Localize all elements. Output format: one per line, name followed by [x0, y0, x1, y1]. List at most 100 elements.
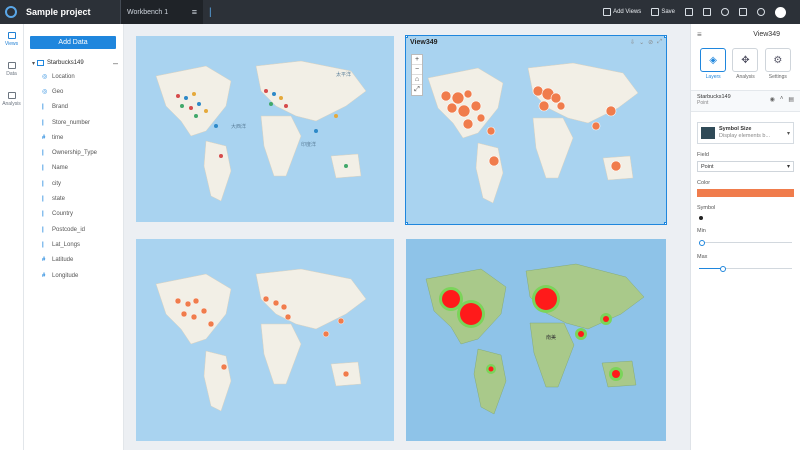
user-avatar-icon[interactable]: [775, 6, 786, 18]
map-view-4-heatmap[interactable]: 南美: [406, 239, 666, 441]
rail-item-views[interactable]: Views: [0, 24, 23, 54]
zoom-out-button[interactable]: −: [412, 65, 422, 75]
min-slider[interactable]: [699, 240, 792, 246]
field-name: time: [52, 134, 64, 141]
menu-icon[interactable]: ≡: [697, 30, 702, 39]
color-label: Color: [697, 180, 711, 186]
home-button[interactable]: ⌂: [412, 75, 422, 85]
field-name: Postcode_id: [52, 226, 86, 233]
tab-menu-icon[interactable]: ≡: [192, 7, 197, 17]
text-type-icon: |: [42, 165, 44, 172]
filter-icon[interactable]: [703, 8, 711, 16]
chevron-down-icon: ▾: [786, 164, 790, 170]
add-data-button[interactable]: Add Data: [30, 36, 116, 49]
data-panel: Add Data ▾ Starbucks149 – ◎ Location ◎ Geo…: [24, 24, 124, 450]
zoom-controls: + − ⌂ ⤢: [411, 54, 423, 96]
slider-knob[interactable]: [720, 266, 726, 272]
tab-analysis[interactable]: ✥ Analysis: [731, 48, 759, 80]
text-type-icon: |: [42, 196, 44, 203]
field-name: Lat_Longs: [52, 241, 81, 248]
grid-icon[interactable]: [739, 8, 747, 16]
rail-item-data[interactable]: Data: [0, 54, 23, 84]
slider-track: [699, 242, 792, 243]
number-type-icon: #: [42, 257, 46, 264]
slider-knob[interactable]: [699, 240, 705, 246]
dataset-row[interactable]: ▾ Starbucks149 –: [32, 57, 118, 69]
field-item[interactable]: | Lat_Longs: [42, 237, 122, 252]
symbol-style-select[interactable]: Symbol Size Display elements b... ▾: [697, 122, 794, 144]
field-item[interactable]: # time: [42, 130, 122, 145]
add-views-label: Add Views: [613, 9, 642, 15]
move-icon[interactable]: [721, 8, 729, 16]
symbol-dot-icon[interactable]: [699, 216, 703, 220]
field-list: ◎ Location ◎ Geo | Brand | Store_number # tim…: [42, 69, 122, 283]
field-item[interactable]: | Brand: [42, 100, 122, 115]
field-item[interactable]: | city: [42, 176, 122, 191]
field-item[interactable]: ◎ Location: [42, 69, 122, 84]
symbol-text: Symbol Size Display elements b...: [719, 126, 770, 140]
field-item[interactable]: # Longitude: [42, 268, 122, 283]
map-view-2[interactable]: View349 ⇩ ⌄ ⊘ ⤢ + − ⌂ ⤢: [405, 35, 667, 225]
resize-handle[interactable]: [406, 36, 408, 38]
tab-label: Workbench 1: [127, 8, 169, 16]
view-title[interactable]: View349: [410, 39, 438, 46]
tab-settings[interactable]: ⚙ Settings: [764, 48, 792, 80]
resize-handle[interactable]: [664, 36, 666, 38]
field-item[interactable]: | Postcode_id: [42, 222, 122, 237]
extent-button[interactable]: ⤢: [412, 85, 422, 95]
field-item[interactable]: | Country: [42, 207, 122, 222]
color-swatch[interactable]: [697, 189, 794, 197]
fullscreen-icon[interactable]: ⤢: [657, 39, 662, 46]
max-label: Max: [697, 254, 708, 260]
map-view-1[interactable]: 大西洋 太平洋 印度洋: [136, 36, 394, 222]
field-item[interactable]: | state: [42, 191, 122, 206]
export-icon[interactable]: ⇩: [630, 39, 635, 46]
rail-item-analysis[interactable]: Analysis: [0, 84, 23, 114]
add-tab-icon[interactable]: |: [209, 7, 212, 18]
tab-workbench[interactable]: Workbench 1 ≡: [121, 0, 203, 24]
rail-label: Data: [6, 70, 17, 77]
view-name[interactable]: View349: [753, 31, 780, 38]
field-item[interactable]: ◎ Geo: [42, 84, 122, 99]
remove-dataset-icon[interactable]: –: [113, 58, 118, 68]
layer-tools: ◉ ˄ ▤: [770, 96, 794, 103]
resize-handle[interactable]: [406, 222, 408, 224]
chevron-down-icon: ▾: [786, 130, 790, 137]
number-type-icon: #: [42, 134, 46, 141]
field-item[interactable]: # Latitude: [42, 253, 122, 268]
export-icon[interactable]: [685, 8, 693, 16]
layer-item[interactable]: Starbucks149 Point ◉ ˄ ▤: [691, 90, 800, 112]
text-type-icon: |: [42, 211, 44, 218]
text-type-icon: |: [42, 226, 44, 233]
max-slider[interactable]: [699, 266, 792, 272]
zoom-in-button[interactable]: +: [412, 55, 422, 65]
delete-icon[interactable]: ▤: [788, 96, 794, 103]
lock-icon[interactable]: ⊘: [648, 39, 653, 46]
collapse-icon[interactable]: ▾: [32, 60, 35, 67]
min-label: Min: [697, 228, 706, 234]
dataset-name: Starbucks149: [47, 60, 84, 66]
project-title[interactable]: Sample project: [22, 7, 120, 17]
field-name: Location: [52, 73, 75, 80]
views-icon: [7, 31, 16, 39]
rail-label: Views: [4, 40, 19, 47]
resize-handle[interactable]: [664, 222, 666, 224]
visibility-icon[interactable]: ◉: [770, 96, 775, 103]
field-select[interactable]: Point ▾: [697, 161, 794, 172]
collapse-icon[interactable]: ˄: [780, 96, 784, 103]
text-type-icon: |: [42, 180, 44, 187]
map-view-3[interactable]: [136, 239, 394, 441]
settings-icon[interactable]: [757, 8, 765, 16]
analysis-icon: ✥: [732, 48, 759, 72]
field-item[interactable]: | Ownership_Type: [42, 145, 122, 160]
symbol-desc: Display elements b...: [719, 133, 771, 139]
add-views-button[interactable]: Add Views: [603, 8, 641, 16]
field-item[interactable]: | Name: [42, 161, 122, 176]
analysis-icon: [7, 91, 16, 99]
tab-layers[interactable]: ◈ Layers: [699, 48, 727, 80]
app-logo-icon[interactable]: [0, 0, 22, 24]
field-item[interactable]: | Store_number: [42, 115, 122, 130]
collapse-icon[interactable]: ⌄: [639, 39, 644, 46]
save-button[interactable]: Save: [651, 8, 675, 16]
ocean-label-pacific: 太平洋: [336, 71, 351, 78]
